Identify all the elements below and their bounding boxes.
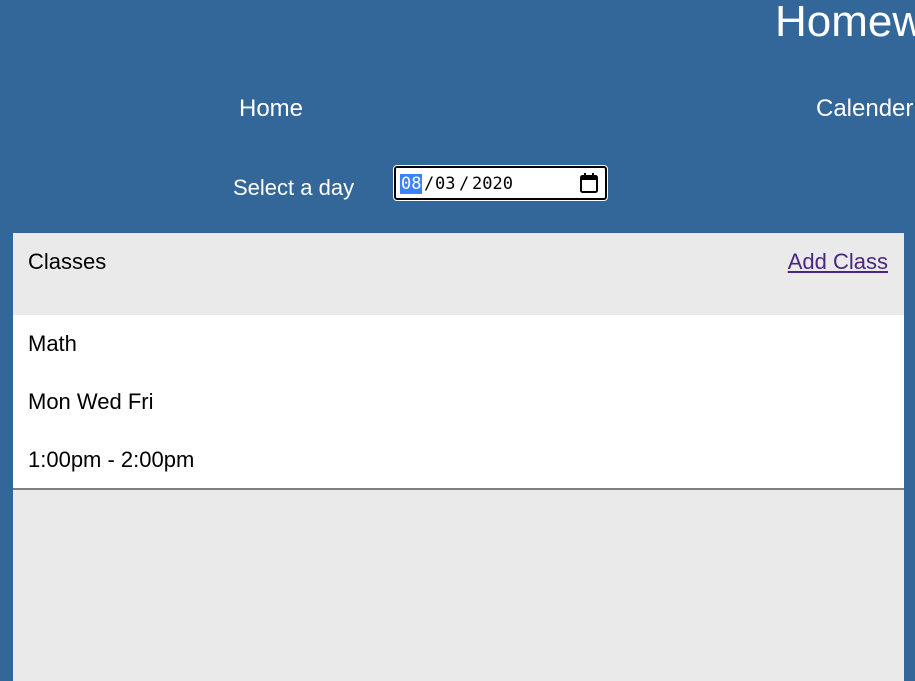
site-title: Homew [775,0,915,46]
class-name: Math [28,331,77,356]
class-time: 1:00pm - 2:00pm [28,447,195,472]
date-month-segment[interactable]: 08 [400,174,423,194]
page: Homew Home Calender Select a day 08 / 03… [0,0,915,681]
date-separator: / [424,174,435,194]
date-year-segment[interactable]: 2020 [472,174,513,194]
select-day-label: Select a day [233,175,355,200]
nav-calendar-link[interactable]: Calender [816,95,913,123]
classes-panel: Classes Add Class Math Mon Wed Fri 1:00p… [13,233,904,681]
class-card[interactable]: Math Mon Wed Fri 1:00pm - 2:00pm [13,315,904,490]
classes-title: Classes [28,249,107,274]
add-class-link[interactable]: Add Class [788,249,888,275]
class-days: Mon Wed Fri [28,389,154,414]
date-input[interactable]: 08 / 03 / 2020 [393,165,608,201]
calendar-icon[interactable] [580,173,598,193]
nav-home-link[interactable]: Home [239,95,303,123]
date-separator: / [459,174,470,194]
classes-panel-header: Classes Add Class [13,233,904,315]
date-day-segment[interactable]: 03 [435,174,455,194]
